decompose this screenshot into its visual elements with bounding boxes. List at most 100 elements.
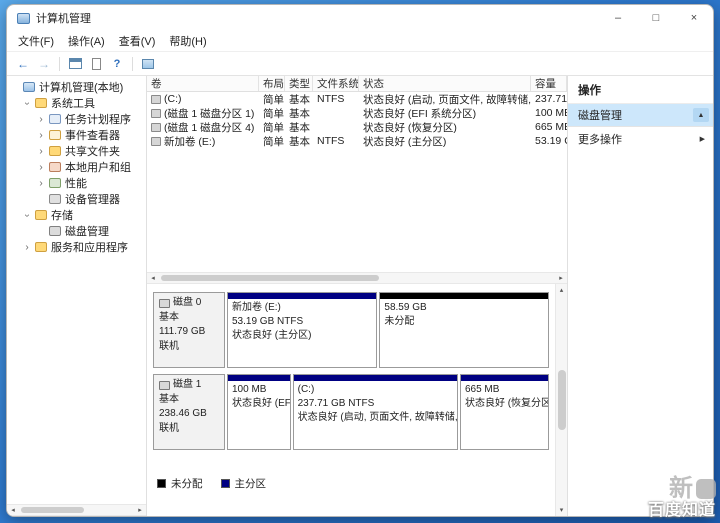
- watermark: 新 百度知道: [648, 477, 716, 519]
- volume-row[interactable]: (磁盘 1 磁盘分区 4) 简单 基本 状态良好 (恢复分区) 665 MB: [147, 120, 567, 134]
- tree-item-device-manager[interactable]: 设备管理器: [7, 191, 146, 207]
- shared-folders-icon: [49, 146, 61, 156]
- scrollbar-thumb[interactable]: [161, 275, 379, 281]
- volume-row[interactable]: 新加卷 (E:) 简单 基本 NTFS 状态良好 (主分区) 53.19 GB: [147, 134, 567, 148]
- column-volume[interactable]: 卷: [147, 76, 259, 91]
- maximize-button[interactable]: □: [637, 5, 675, 31]
- column-type[interactable]: 类型: [285, 76, 313, 91]
- forward-button[interactable]: →: [34, 54, 54, 74]
- tree-item-shared-folders[interactable]: › 共享文件夹: [7, 143, 146, 159]
- disk-name: 磁盘 0: [173, 296, 201, 311]
- tree-horizontal-scrollbar[interactable]: ◂ ▸: [7, 504, 146, 516]
- tree-item-disk-management[interactable]: 磁盘管理: [7, 223, 146, 239]
- disk-size: 111.79 GB: [159, 325, 219, 340]
- tree-item-label: 本地用户和组: [65, 159, 131, 175]
- volume-capacity: 53.19 GB: [531, 135, 567, 147]
- tree-item-event-viewer[interactable]: › 事件查看器: [7, 127, 146, 143]
- scroll-left-icon[interactable]: ◂: [147, 274, 159, 282]
- partition-legend: 未分配 主分区: [157, 476, 551, 491]
- tree-item-computer-management[interactable]: 计算机管理(本地): [7, 79, 146, 95]
- tree-item-task-scheduler[interactable]: › 任务计划程序: [7, 111, 146, 127]
- help-button[interactable]: ?: [107, 54, 127, 74]
- column-layout[interactable]: 布局: [259, 76, 285, 91]
- back-arrow-icon: ←: [17, 57, 29, 71]
- chevron-right-icon[interactable]: ›: [37, 162, 45, 173]
- menu-view[interactable]: 查看(V): [112, 31, 163, 51]
- tree-item-label: 设备管理器: [65, 191, 120, 207]
- scrollbar-track[interactable]: [159, 273, 555, 283]
- minimize-button[interactable]: –: [599, 5, 637, 31]
- legend-label: 主分区: [235, 476, 267, 491]
- disk1-info[interactable]: 磁盘 1 基本 238.46 GB 联机: [153, 374, 225, 450]
- partition-detail: 237.71 GB NTFS: [298, 397, 453, 411]
- volume-filesystem: NTFS: [313, 135, 359, 147]
- console-tree-button[interactable]: [65, 54, 85, 74]
- disk-view-button[interactable]: [138, 54, 158, 74]
- disk0-info[interactable]: 磁盘 0 基本 111.79 GB 联机: [153, 292, 225, 368]
- volume-type: 基本: [285, 120, 313, 135]
- volume-type: 基本: [285, 106, 313, 121]
- primary-partition-swatch-icon: [221, 479, 230, 488]
- watermark-text: 百度知道: [648, 503, 716, 519]
- performance-icon: [49, 178, 61, 188]
- forward-arrow-icon: →: [38, 57, 50, 71]
- partition-c-drive[interactable]: (C:) 237.71 GB NTFS 状态良好 (启动, 页面文件, 故障转储…: [293, 374, 458, 450]
- tree-item-label: 性能: [65, 175, 87, 191]
- event-viewer-icon: [49, 130, 61, 140]
- chevron-down-icon[interactable]: ›: [22, 211, 33, 219]
- collapse-arrow-icon[interactable]: ▲: [693, 108, 709, 122]
- close-button[interactable]: ×: [675, 5, 713, 31]
- partition-new-volume-e[interactable]: 新加卷 (E:) 53.19 GB NTFS 状态良好 (主分区): [227, 292, 377, 368]
- task-scheduler-icon: [49, 114, 61, 124]
- tree-item-services-applications[interactable]: › 服务和应用程序: [7, 239, 146, 255]
- volume-name: 新加卷 (E:): [164, 134, 215, 149]
- volume-row[interactable]: (C:) 简单 基本 NTFS 状态良好 (启动, 页面文件, 故障转储, 基本…: [147, 92, 567, 106]
- menu-help[interactable]: 帮助(H): [162, 31, 213, 51]
- chevron-down-icon[interactable]: ›: [22, 99, 33, 107]
- back-button[interactable]: ←: [13, 54, 33, 74]
- disk-status: 联机: [159, 340, 219, 355]
- menu-action[interactable]: 操作(A): [61, 31, 112, 51]
- toolbar-separator: [132, 57, 133, 71]
- titlebar[interactable]: 计算机管理 – □ ×: [7, 5, 713, 31]
- partition-detail: 665 MB: [465, 383, 544, 397]
- tree-item-local-users-groups[interactable]: › 本地用户和组: [7, 159, 146, 175]
- menu-file[interactable]: 文件(F): [11, 31, 61, 51]
- chevron-right-icon[interactable]: ›: [37, 114, 45, 125]
- chevron-right-icon[interactable]: ›: [37, 178, 45, 189]
- column-filesystem[interactable]: 文件系统: [313, 76, 359, 91]
- action-more-actions[interactable]: 更多操作 ▶: [568, 127, 713, 151]
- volume-name: (磁盘 1 磁盘分区 4): [164, 120, 254, 135]
- action-disk-management[interactable]: 磁盘管理 ▲: [568, 104, 713, 127]
- disk-pane-vertical-scrollbar[interactable]: ▴ ▾: [555, 284, 567, 516]
- column-status[interactable]: 状态: [359, 76, 531, 91]
- chevron-right-icon[interactable]: ›: [37, 146, 45, 157]
- chevron-right-icon[interactable]: ›: [37, 130, 45, 141]
- console-tree-panel: 计算机管理(本地) › 系统工具 › 任务计划程序 › 事件查看器 › 共享文件…: [7, 76, 147, 516]
- tree-item-storage[interactable]: › 存储: [7, 207, 146, 223]
- watermark-logo-row: 新: [648, 477, 716, 501]
- document-icon: [92, 58, 101, 70]
- scroll-left-icon[interactable]: ◂: [7, 506, 19, 514]
- computer-management-icon: [17, 13, 30, 24]
- volume-list-horizontal-scrollbar[interactable]: ◂ ▸: [147, 272, 567, 284]
- scroll-down-icon[interactable]: ▾: [560, 506, 564, 514]
- volume-filesystem: NTFS: [313, 93, 359, 105]
- chevron-right-icon[interactable]: ›: [23, 242, 31, 253]
- scrollbar-thumb[interactable]: [21, 507, 84, 513]
- partition-efi[interactable]: 100 MB 状态良好 (EFI 系统分区): [227, 374, 291, 450]
- scrollbar-track[interactable]: [19, 505, 134, 515]
- properties-button[interactable]: [86, 54, 106, 74]
- partition-recovery[interactable]: 665 MB 状态良好 (恢复分区): [460, 374, 549, 450]
- partition-unallocated[interactable]: 58.59 GB 未分配: [379, 292, 549, 368]
- column-capacity[interactable]: 容量: [531, 76, 567, 91]
- tree-item-performance[interactable]: › 性能: [7, 175, 146, 191]
- scroll-up-icon[interactable]: ▴: [560, 286, 564, 294]
- tree-item-label: 任务计划程序: [65, 111, 131, 127]
- scrollbar-thumb[interactable]: [558, 370, 566, 430]
- tree-item-system-tools[interactable]: › 系统工具: [7, 95, 146, 111]
- volume-row[interactable]: (磁盘 1 磁盘分区 1) 简单 基本 状态良好 (EFI 系统分区) 100 …: [147, 106, 567, 120]
- scroll-right-icon[interactable]: ▸: [134, 506, 146, 514]
- disk-management-icon: [49, 226, 61, 236]
- scroll-right-icon[interactable]: ▸: [555, 274, 567, 282]
